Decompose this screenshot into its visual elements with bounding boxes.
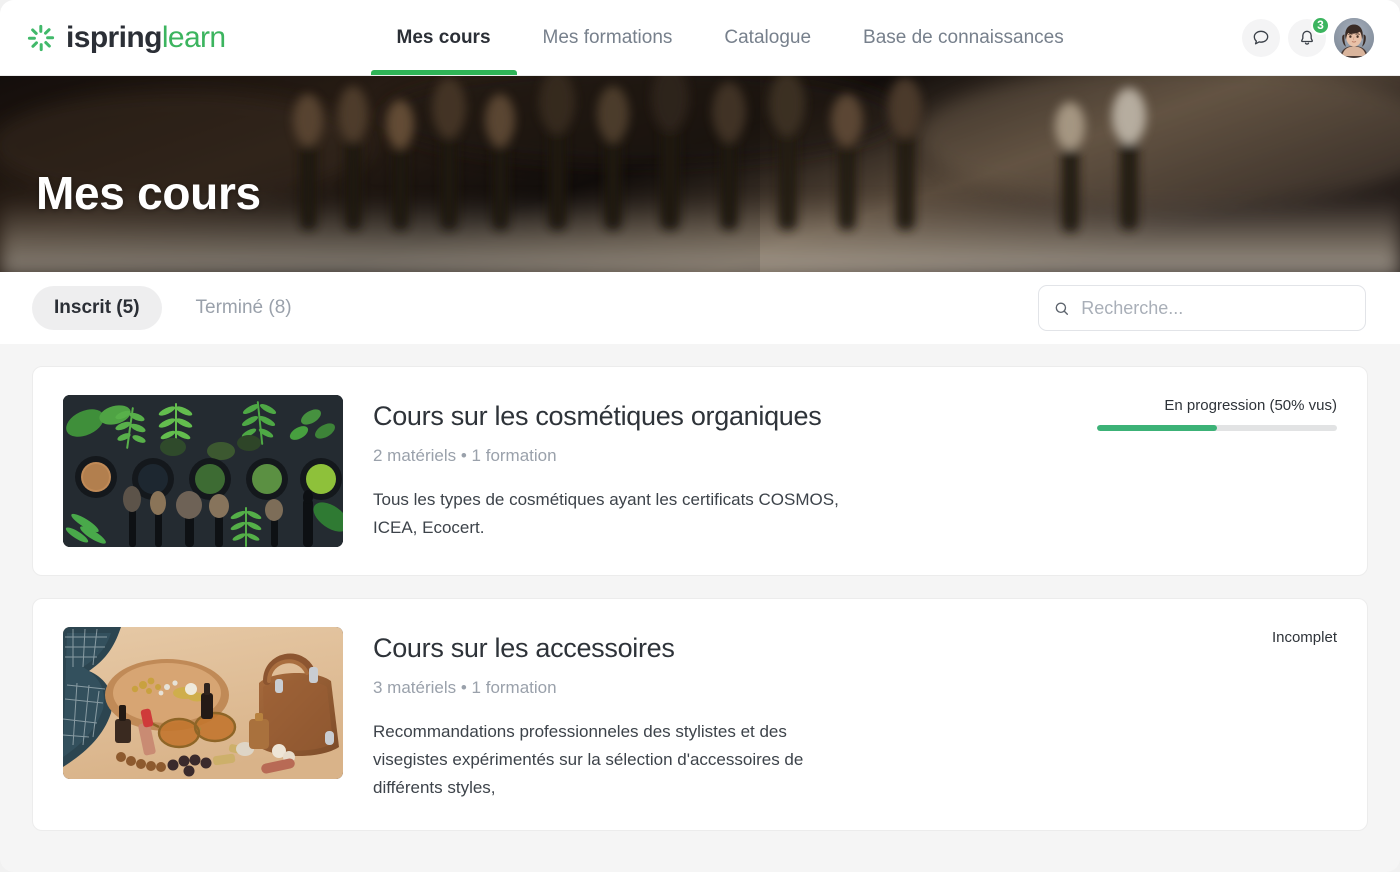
filter-bar: Inscrit (5) Terminé (8) [0, 272, 1400, 344]
course-meta: 3 matériels • 1 formation [373, 678, 557, 697]
nav-item-mes-formations[interactable]: Mes formations [517, 0, 699, 75]
progress-bar-fill [1097, 425, 1217, 431]
avatar[interactable] [1334, 17, 1374, 58]
tab-inscrit[interactable]: Inscrit (5) [32, 286, 162, 330]
nav-label: Mes formations [542, 26, 673, 48]
course-tabs: Inscrit (5) Terminé (8) [32, 286, 314, 330]
top-header: ispringlearn Mes cours Mes formations Ca… [0, 0, 1400, 76]
course-thumbnail-organic-cosmetics [63, 395, 343, 547]
nav-item-base-de-connaissances[interactable]: Base de connaissances [837, 0, 1090, 75]
course-meta: 2 matériels • 1 formation [373, 446, 557, 465]
ispring-learn-logo[interactable]: ispringlearn [26, 21, 226, 55]
status-badge: En progression (50% vus) [1164, 397, 1337, 414]
chat-button[interactable] [1242, 18, 1280, 57]
nav-item-mes-cours[interactable]: Mes cours [370, 0, 517, 75]
page-title: Mes cours [36, 167, 261, 219]
main-navigation: Mes cours Mes formations Catalogue Base … [370, 0, 1090, 75]
search-input[interactable] [1081, 297, 1351, 319]
logo-text-learn: learn [161, 20, 226, 54]
logo-wordmark: ispringlearn [66, 21, 226, 55]
nav-item-catalogue[interactable]: Catalogue [698, 0, 837, 75]
course-description: Tous les types de cosmétiques ayant les … [373, 490, 839, 537]
chat-bubble-icon [1253, 30, 1269, 44]
course-status: En progression (50% vus) [1097, 397, 1337, 431]
course-card[interactable]: Cours sur les cosmétiques organiques 2 m… [32, 366, 1368, 576]
tab-termine[interactable]: Terminé (8) [174, 286, 314, 330]
nav-label: Base de connaissances [863, 26, 1064, 48]
header-actions: 3 [1242, 15, 1374, 58]
status-badge: Incomplet [1271, 629, 1337, 646]
course-list: Cours sur les cosmétiques organiques 2 m… [0, 344, 1400, 872]
tab-label: Inscrit (5) [54, 297, 140, 318]
course-card[interactable]: Cours sur les accessoires 3 matériels • … [32, 598, 1368, 831]
avatar-image [1334, 17, 1374, 58]
course-description: Recommandations professionneles des styl… [373, 722, 804, 797]
starburst-icon [26, 23, 56, 53]
logo-text-ispring: ispring [66, 20, 162, 54]
hero-banner: Mes cours [0, 76, 1400, 272]
search-icon [1055, 302, 1069, 315]
progress-bar [1097, 425, 1337, 431]
search-box[interactable] [1038, 285, 1366, 331]
nav-label: Mes cours [396, 26, 491, 48]
notification-count-badge: 3 [1311, 15, 1330, 35]
tab-label: Terminé (8) [195, 297, 292, 318]
thumbnail-image [63, 395, 343, 547]
app-window: ispringlearn Mes cours Mes formations Ca… [0, 0, 1400, 872]
notifications-button[interactable]: 3 [1288, 15, 1330, 57]
nav-label: Catalogue [724, 26, 812, 48]
course-status: Incomplet [1097, 629, 1337, 657]
course-thumbnail-accessories [63, 627, 343, 779]
thumbnail-image [63, 627, 343, 779]
